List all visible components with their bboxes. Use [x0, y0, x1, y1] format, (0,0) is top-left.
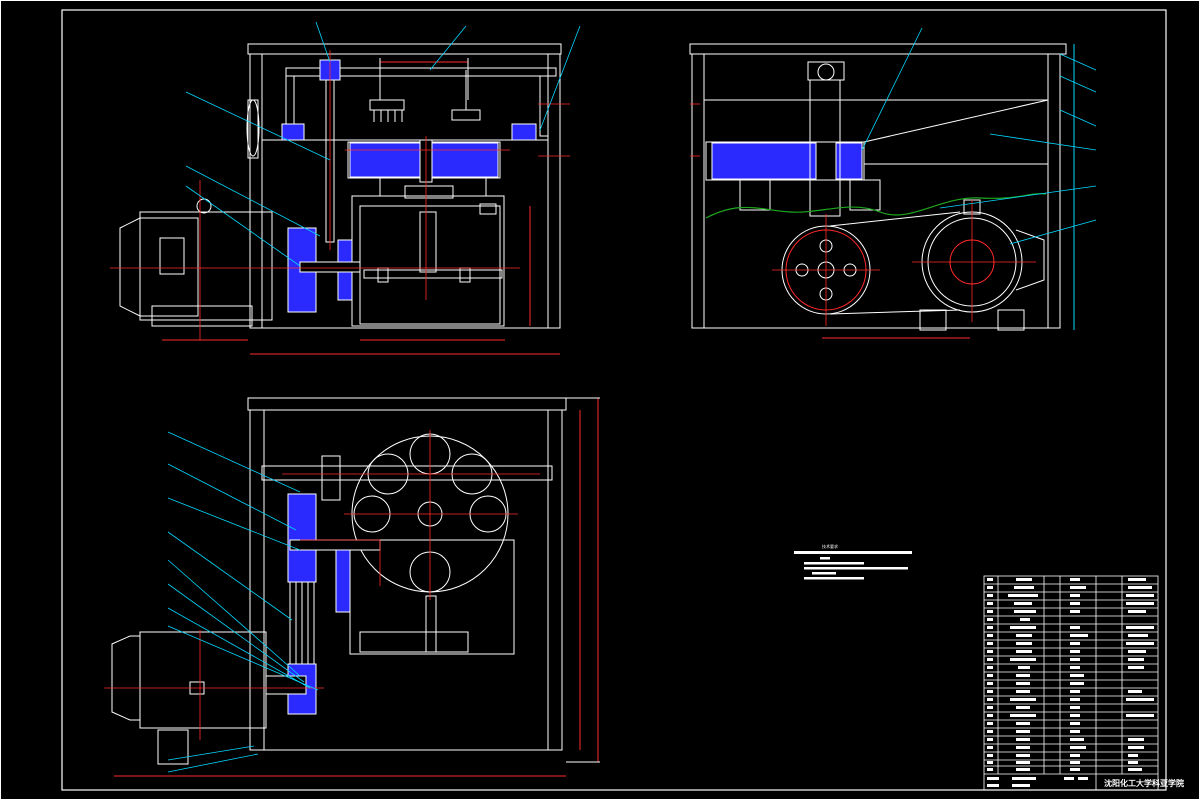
top-view: [111, 397, 600, 777]
notes-heading: 技术要求: [822, 543, 838, 549]
sheet-inner-border: [61, 9, 1167, 791]
side-view: [689, 43, 1075, 339]
side-view-leaders: [861, 27, 1097, 245]
front-view: [119, 43, 562, 355]
side-view-ground-line: [705, 193, 1047, 219]
cad-drawing-sheet: 技术要求 沈阳化工大学科亚学院: [0, 0, 1200, 800]
technical-notes: 技术要求: [794, 543, 912, 580]
parts-list-text-marks: [987, 578, 1154, 787]
side-view-centerlines: [690, 103, 1036, 326]
school-name: 沈阳化工大学科亚学院: [1104, 778, 1184, 788]
